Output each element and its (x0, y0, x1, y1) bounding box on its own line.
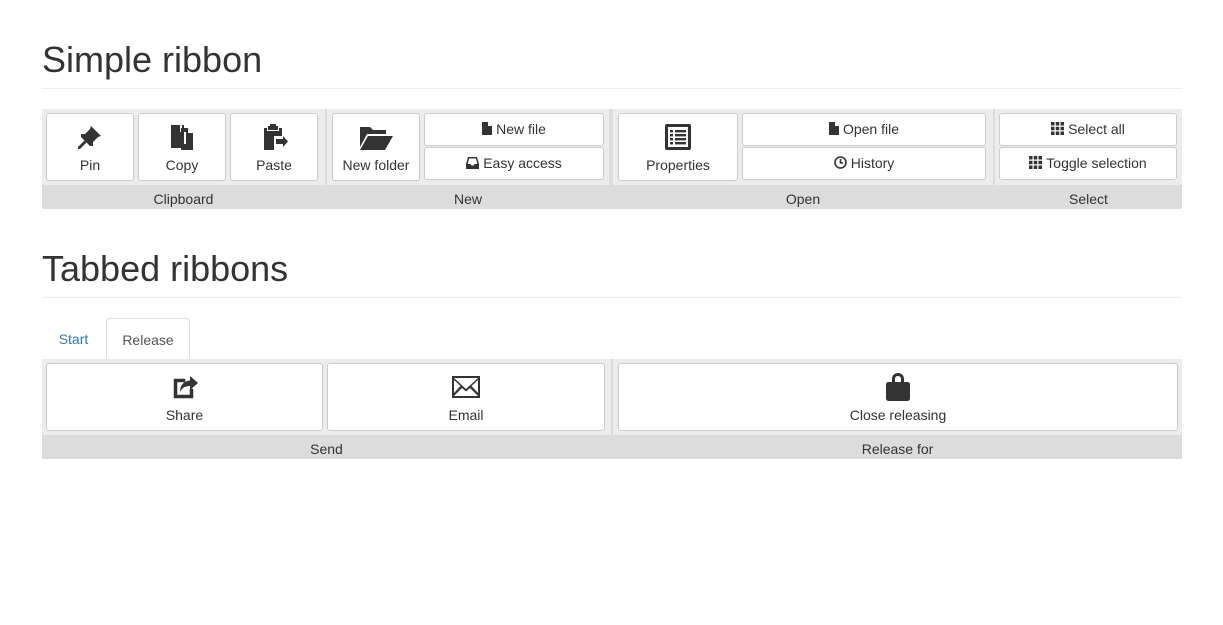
ribbon-tabs: Start Release (42, 318, 1182, 360)
group-release-for-body: Close releasing (613, 359, 1182, 435)
properties-label: Properties (646, 157, 710, 173)
group-label-select: Select (1069, 191, 1108, 207)
tab-start[interactable]: Start (42, 318, 105, 360)
inbox-icon (466, 157, 480, 169)
share-button[interactable]: Share (46, 363, 323, 431)
new-file-button[interactable]: New file (424, 113, 604, 146)
copy-label: Copy (165, 157, 199, 173)
group-send: Share Email Send (42, 359, 611, 459)
group-open-body: Properties Open file History (613, 109, 993, 185)
grid-icon (1051, 122, 1065, 135)
page-title-tabbed-ribbons: Tabbed ribbons (42, 251, 1182, 298)
group-label-release-for: Release for (861, 441, 934, 457)
page-title-simple-ribbon: Simple ribbon (42, 42, 1182, 89)
toggle-selection-button[interactable]: Toggle selection (999, 147, 1177, 180)
tabbed-ribbon-release: Share Email Send Close releasing Release… (42, 359, 1182, 459)
group-select-body: Select all Toggle selection (995, 109, 1182, 185)
group-label-open: Open (785, 191, 821, 207)
group-send-body: Share Email (42, 359, 611, 435)
group-label-send: Send (310, 441, 343, 457)
tab-release[interactable]: Release (106, 318, 190, 360)
pin-label: Pin (79, 157, 101, 173)
group-new: New folder New file Easy access New (327, 109, 609, 209)
group-new-body: New folder New file Easy access (327, 109, 609, 185)
copy-button[interactable]: Copy (138, 113, 226, 181)
group-select: Select all Toggle selection Select (995, 109, 1182, 209)
history-label: History (850, 155, 895, 171)
group-clipboard-body: Pin Copy Paste (42, 109, 325, 185)
simple-ribbon: Pin Copy Paste Clipboard New folder New … (42, 109, 1182, 209)
clock-icon (833, 156, 847, 169)
select-all-label: Select all (1068, 121, 1125, 137)
folder-open-icon (333, 122, 419, 152)
grid-icon (1029, 156, 1043, 169)
paste-icon (231, 122, 317, 152)
new-folder-button[interactable]: New folder (332, 113, 420, 181)
pin-button[interactable]: Pin (46, 113, 134, 181)
group-label-clipboard: Clipboard (153, 191, 214, 207)
new-file-label: New file (496, 121, 546, 137)
list-alt-icon (619, 122, 737, 152)
group-label-new: New (453, 191, 482, 207)
share-icon (47, 372, 322, 402)
email-label: Email (448, 407, 484, 423)
close-releasing-label: Close releasing (849, 407, 947, 423)
lock-icon (619, 372, 1177, 402)
new-folder-label: New folder (342, 157, 410, 173)
open-file-button[interactable]: Open file (742, 113, 986, 146)
properties-button[interactable]: Properties (618, 113, 738, 181)
history-button[interactable]: History (742, 147, 986, 180)
group-clipboard: Pin Copy Paste Clipboard (42, 109, 325, 209)
toggle-selection-label: Toggle selection (1046, 155, 1147, 171)
share-label: Share (165, 407, 204, 423)
paste-button[interactable]: Paste (230, 113, 318, 181)
select-all-button[interactable]: Select all (999, 113, 1177, 146)
pushpin-icon (47, 122, 133, 152)
group-open: Properties Open file History Open (613, 109, 993, 209)
file-icon (482, 122, 493, 135)
easy-access-label: Easy access (483, 155, 562, 171)
file-icon (828, 122, 839, 135)
copy-icon (139, 122, 225, 152)
easy-access-button[interactable]: Easy access (424, 147, 604, 180)
envelope-icon (328, 372, 604, 402)
open-file-label: Open file (842, 121, 900, 137)
email-button[interactable]: Email (327, 363, 605, 431)
group-release-for: Close releasing Release for (613, 359, 1182, 459)
close-releasing-button[interactable]: Close releasing (618, 363, 1178, 431)
paste-label: Paste (256, 157, 292, 173)
